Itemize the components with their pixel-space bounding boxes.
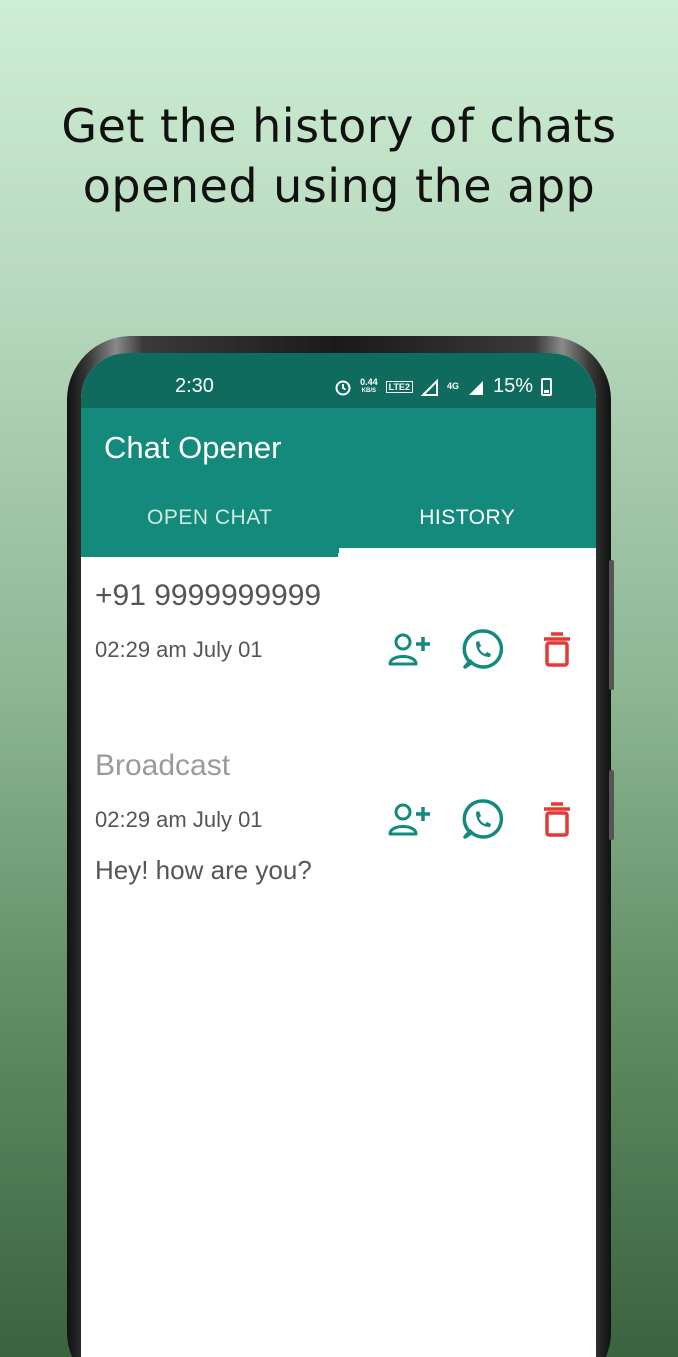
app-title: Chat Opener [104,430,282,465]
signal-icon [420,378,438,396]
delete-icon [544,632,570,667]
alarm-icon [335,380,351,395]
phone-screen: 2:30 0.44 KB/S LTE2 4G 15% Chat Opener O… [81,353,596,1357]
whatsapp-icon [462,799,504,839]
whatsapp-icon [462,629,504,669]
history-item-title: Broadcast [95,749,231,782]
headline: Get the history of chats opened using th… [0,96,678,216]
history-item-time: 02:29 am July 01 [95,637,263,662]
history-list: +91 9999999999 02:29 am July 01 Broadcas… [81,557,596,897]
delete-icon [544,802,570,837]
history-item[interactable]: Broadcast 02:29 am July 01 Hey! how are … [81,727,596,897]
phone-side-button [609,770,614,840]
tab-history[interactable]: HISTORY [338,489,597,553]
open-whatsapp-button[interactable] [461,797,505,841]
status-time: 2:30 [175,375,214,397]
add-contact-button[interactable] [387,627,431,671]
history-item-actions [387,627,579,671]
delete-button[interactable] [535,627,579,671]
history-item[interactable]: +91 9999999999 02:29 am July 01 [81,557,596,727]
headline-line-1: Get the history of chats [61,99,617,153]
headline-line-2: opened using the app [82,159,596,213]
battery-icon [541,377,552,396]
signal-icon [468,380,483,395]
add-contact-icon [388,633,430,666]
volte-badge: LTE2 [385,380,413,393]
history-item-time: 02:29 am July 01 [95,807,263,832]
phone-side-button [609,560,614,690]
battery-percent: 15% [492,375,533,397]
tab-bar: OPEN CHAT HISTORY [81,489,596,553]
network-type: 4G [446,381,459,391]
history-item-message: Hey! how are you? [95,855,312,885]
net-speed: 0.44 KB/S [360,376,378,394]
history-item-actions [387,797,579,841]
add-contact-icon [388,803,430,836]
open-whatsapp-button[interactable] [461,627,505,671]
add-contact-button[interactable] [387,797,431,841]
app-bar: Chat Opener OPEN CHAT HISTORY [81,408,596,553]
status-icons: 0.44 KB/S LTE2 4G 15% [334,375,552,398]
delete-button[interactable] [535,797,579,841]
status-bar: 2:30 0.44 KB/S LTE2 4G 15% [81,353,596,408]
tab-open-chat[interactable]: OPEN CHAT [81,489,339,553]
history-item-title: +91 9999999999 [95,579,322,612]
